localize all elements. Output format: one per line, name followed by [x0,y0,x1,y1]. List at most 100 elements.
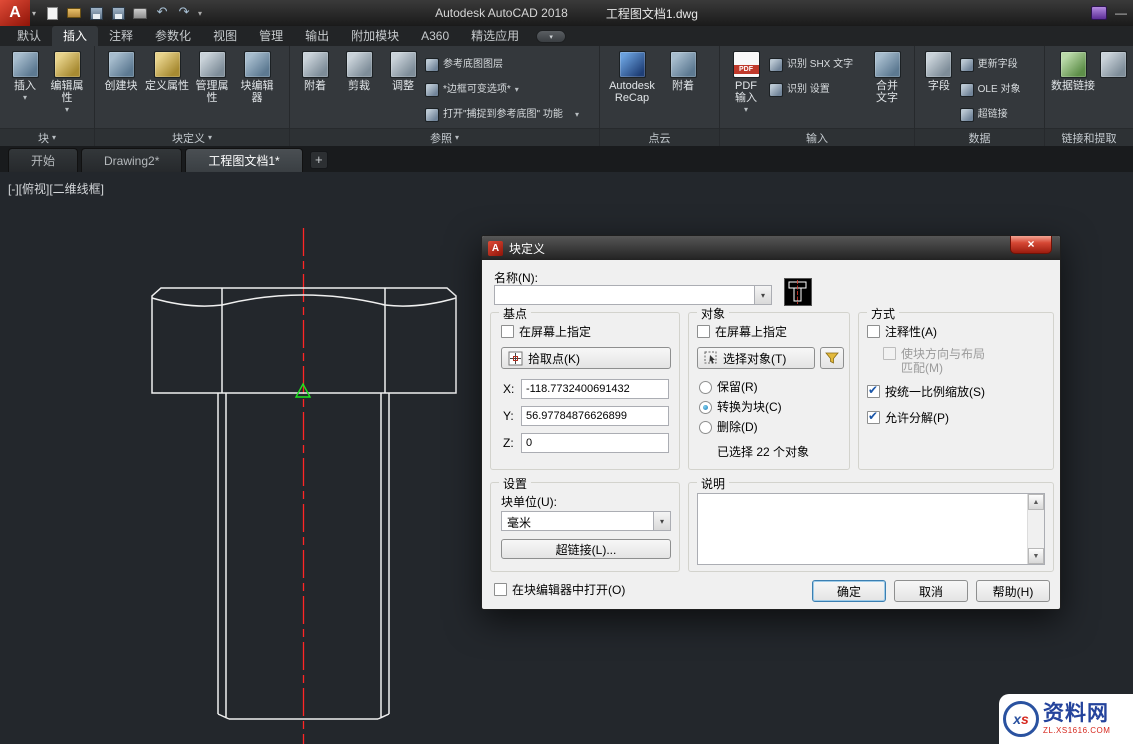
ribbon-tab-view[interactable]: 视图 [202,26,248,46]
hyperlink-button[interactable]: 超链接 [960,102,1041,127]
infocenter-icon[interactable] [1091,6,1107,20]
select-objects-button[interactable]: 选择对象(T) [697,347,815,369]
uniform-scale-checkbox[interactable]: ✔ 按统一比例缩放(S) [867,385,985,399]
frame-option-button[interactable]: *边框可变选项* ▾ [425,77,593,102]
ribbon-display-toggle[interactable]: ▾ [536,30,566,43]
retain-radio[interactable]: 保留(R) [699,380,758,394]
help-button[interactable]: 帮助(H) [976,580,1050,602]
manage-attributes-button[interactable]: 管理属性 [190,48,234,128]
radio-icon[interactable] [699,421,712,434]
file-tab-start[interactable]: 开始 [8,148,78,172]
update-fields-button[interactable]: 更新字段 [960,52,1041,77]
checkbox-checked-icon[interactable]: ✔ [867,385,880,398]
checkbox-icon[interactable] [697,325,710,338]
ribbon-tab-a360[interactable]: A360 [410,26,460,46]
ribbon-tab-addins[interactable]: 附加模块 [340,26,410,46]
edit-attribute-button[interactable]: 编辑属性 ▾ [47,48,87,128]
ribbon-tab-annotate[interactable]: 注释 [98,26,144,46]
dialog-title-bar[interactable]: A 块定义 [482,236,1060,260]
field-button[interactable]: 字段 [918,48,960,128]
y-coordinate-input[interactable] [521,406,669,426]
ribbon-tab-insert[interactable]: 插入 [52,26,98,46]
ribbon-tab-manage[interactable]: 管理 [248,26,294,46]
insert-block-button[interactable]: 插入 ▾ [3,48,47,128]
snap-to-underlay-button[interactable]: 打开"捕捉到参考底图" 功能 ▾ [425,102,593,127]
allow-explode-checkbox[interactable]: ✔ 允许分解(P) [867,411,949,425]
dialog-close-button[interactable]: × [1010,236,1052,254]
description-group-title: 说明 [697,475,729,492]
ok-button[interactable]: 确定 [812,580,886,602]
pdf-import-button[interactable]: PDF 输入 ▾ [723,48,769,128]
quick-select-button[interactable] [820,347,844,369]
data-link-button[interactable]: 数据链接 [1048,48,1098,128]
extraction-button[interactable] [1098,48,1128,128]
panel-label-point-cloud[interactable]: 点云 [600,128,719,146]
scroll-down-icon[interactable]: ▼ [1028,548,1044,564]
block-name-input[interactable] [500,287,750,301]
combo-arrow-icon[interactable]: ▾ [653,512,670,530]
combine-text-button[interactable]: 合并 文字 [865,48,909,128]
file-tab-drawing2[interactable]: Drawing2* [81,148,182,172]
combo-arrow-icon[interactable]: ▾ [754,286,771,304]
ribbon-tab-home[interactable]: 默认 [6,26,52,46]
radio-icon[interactable] [699,381,712,394]
undo-icon[interactable]: ↶ [154,5,170,21]
pointcloud-attach-button[interactable]: 附着 [661,48,705,128]
new-drawing-tab-button[interactable]: + [310,151,328,169]
define-attributes-button[interactable]: 定义属性 [144,48,190,128]
qat-customize-arrow-icon[interactable]: ▾ [198,9,202,18]
ribbon-tab-parametric[interactable]: 参数化 [144,26,202,46]
z-coordinate-input[interactable] [521,433,669,453]
panel-label-data[interactable]: 数据 [915,128,1044,146]
plot-icon[interactable] [132,5,148,21]
ole-object-button[interactable]: OLE 对象 [960,77,1041,102]
minimize-icon[interactable]: — [1115,6,1127,20]
checkbox-icon[interactable] [867,325,880,338]
match-orientation-checkbox[interactable]: 使块方向与布局 匹配(M) [883,347,985,375]
panel-label-block-definition[interactable]: 块定义 ▾ [95,128,289,146]
checkbox-icon[interactable] [501,325,514,338]
pick-point-button[interactable]: 拾取点(K) [501,347,671,369]
clip-button[interactable]: 剪裁 [337,48,381,128]
hyperlink-dialog-button[interactable]: 超链接(L)... [501,539,671,559]
new-file-icon[interactable] [44,5,60,21]
ribbon-tab-featured-apps[interactable]: 精选应用 [460,26,530,46]
delete-radio[interactable]: 删除(D) [699,420,758,434]
x-coordinate-input[interactable] [521,379,669,399]
underlay-layers-button[interactable]: 参考底图图层 [425,52,593,77]
save-as-icon[interactable] [110,5,126,21]
block-name-combo[interactable]: ▾ [494,285,772,305]
ribbon-tab-output[interactable]: 输出 [294,26,340,46]
block-editor-button[interactable]: 块编辑器 [234,48,280,128]
panel-label-linking[interactable]: 链接和提取 [1045,128,1133,146]
checkbox-checked-icon[interactable]: ✔ [867,411,880,424]
attach-button[interactable]: 附着 [293,48,337,128]
recognition-settings-button[interactable]: 识别 设置 [769,77,865,102]
checkbox-icon[interactable] [494,583,507,596]
basepoint-specify-onscreen-checkbox[interactable]: 在屏幕上指定 [501,325,591,339]
recognize-shx-button[interactable]: 识别 SHX 文字 [769,52,865,77]
redo-icon[interactable]: ↷ [176,5,192,21]
open-in-block-editor-checkbox[interactable]: 在块编辑器中打开(O) [494,583,625,597]
open-file-icon[interactable] [66,5,82,21]
panel-label-block[interactable]: 块 ▾ [0,128,94,146]
description-textarea[interactable]: ▲ ▼ [697,493,1045,565]
block-unit-dropdown[interactable]: 毫米 ▾ [501,511,671,531]
viewport-controls[interactable]: [-][俯视][二维线框] [8,180,104,197]
autocad-logo-icon[interactable]: A [0,0,30,26]
annotative-checkbox[interactable]: 注释性(A) [867,325,937,339]
save-icon[interactable] [88,5,104,21]
recap-button[interactable]: Autodesk ReCap [603,48,661,128]
panel-label-import[interactable]: 输入 [720,128,914,146]
adjust-button[interactable]: 调整 [381,48,425,128]
panel-label-reference[interactable]: 参照 ▾ [290,128,599,146]
file-tab-document1[interactable]: 工程图文档1* [185,148,302,172]
convert-to-block-radio[interactable]: 转换为块(C) [699,400,782,414]
create-block-button[interactable]: 创建块 [98,48,144,128]
radio-selected-icon[interactable] [699,401,712,414]
description-scrollbar[interactable]: ▲ ▼ [1027,494,1044,564]
cancel-button[interactable]: 取消 [894,580,968,602]
objects-specify-onscreen-checkbox[interactable]: 在屏幕上指定 [697,325,787,339]
app-menu-arrow-icon[interactable]: ▾ [32,9,36,18]
scroll-up-icon[interactable]: ▲ [1028,494,1044,510]
